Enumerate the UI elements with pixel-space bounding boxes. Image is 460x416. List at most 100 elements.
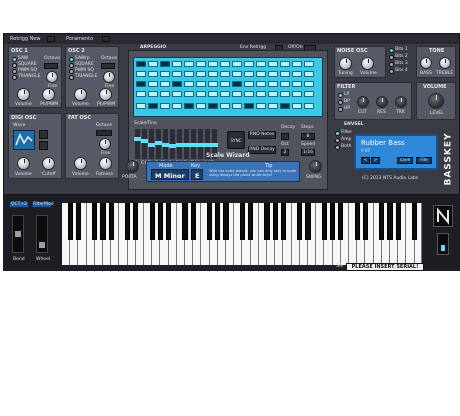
arp-step-cell[interactable]	[256, 91, 266, 97]
treble-knob[interactable]	[439, 57, 451, 69]
arp-step-cell[interactable]	[280, 103, 290, 109]
filter-cut-knob[interactable]	[357, 96, 369, 108]
porta-knob[interactable]	[126, 160, 139, 173]
piano-black-key[interactable]	[264, 203, 270, 240]
arp-step-cell[interactable]	[304, 71, 314, 77]
arp-step-cell[interactable]	[148, 91, 158, 97]
piano-black-key[interactable]	[379, 203, 385, 240]
scale-slider[interactable]	[176, 129, 183, 159]
arp-step-cell[interactable]	[244, 71, 254, 77]
osc2-volume-knob[interactable]	[74, 88, 87, 101]
arp-step-cell[interactable]	[244, 91, 254, 97]
rnd-decay-button[interactable]: RND Decay	[248, 146, 276, 154]
bits-radio[interactable]	[389, 62, 394, 67]
arp-step-cell[interactable]	[148, 103, 158, 109]
piano-black-key[interactable]	[149, 203, 155, 240]
arp-step-cell[interactable]	[136, 103, 146, 109]
arp-step-cell[interactable]	[184, 91, 194, 97]
env-target-radio[interactable]	[335, 138, 340, 143]
arp-step-cell[interactable]	[268, 61, 278, 67]
arp-step-cell[interactable]	[220, 103, 230, 109]
scale-slider[interactable]	[183, 129, 190, 159]
osc2-fine-knob[interactable]	[103, 71, 115, 83]
master-volume-knob[interactable]	[428, 93, 444, 109]
osc2-wave-square-radio[interactable]	[69, 63, 74, 68]
decay-stepper[interactable]	[281, 133, 289, 140]
piano-black-key[interactable]	[100, 203, 106, 240]
arp-step-cell[interactable]	[280, 81, 290, 87]
arp-step-cell[interactable]	[208, 91, 218, 97]
digi-wave-up-button[interactable]	[39, 130, 48, 139]
arp-step-cell[interactable]	[220, 61, 230, 67]
arp-step-cell[interactable]	[184, 81, 194, 87]
noise-volume-knob[interactable]	[361, 57, 374, 70]
arp-step-cell[interactable]	[184, 61, 194, 67]
piano-black-key[interactable]	[321, 203, 327, 240]
digi-volume-knob[interactable]	[17, 157, 30, 170]
digi-wave-display[interactable]	[13, 130, 35, 150]
scale-slider[interactable]	[148, 129, 155, 159]
fat-volume-knob[interactable]	[74, 157, 87, 170]
piano-black-key[interactable]	[133, 203, 139, 240]
rnd-notes-button[interactable]: RND Notes	[248, 131, 276, 139]
arp-step-cell[interactable]	[280, 61, 290, 67]
scale-slider[interactable]	[197, 129, 204, 159]
preset-file-button[interactable]: File	[416, 157, 432, 164]
arp-step-cell[interactable]	[256, 61, 266, 67]
arp-step-cell[interactable]	[268, 71, 278, 77]
filter-bp-radio[interactable]	[338, 100, 343, 105]
arp-step-cell[interactable]	[232, 61, 242, 67]
steps-stepper[interactable]: 8	[301, 133, 315, 140]
osc1-wave-saw-radio[interactable]	[12, 57, 17, 62]
portamento-toggle[interactable]	[102, 36, 110, 42]
scale-slider[interactable]	[134, 129, 141, 159]
arp-step-cell[interactable]	[268, 91, 278, 97]
osc2-pw-knob[interactable]	[99, 88, 112, 101]
arp-step-cell[interactable]	[160, 91, 170, 97]
swing-knob[interactable]	[309, 160, 322, 173]
filter-mod-button[interactable]: FilterMod	[32, 201, 54, 208]
bass-knob[interactable]	[420, 57, 432, 69]
scale-slider[interactable]	[155, 129, 162, 159]
osc1-fine-knob[interactable]	[46, 71, 58, 83]
mode-select[interactable]: M Minor	[151, 169, 189, 180]
arp-step-cell[interactable]	[184, 103, 194, 109]
piano-black-key[interactable]	[280, 203, 286, 240]
arp-step-cell[interactable]	[292, 103, 302, 109]
filter-hp-radio[interactable]	[338, 107, 343, 112]
arp-step-cell[interactable]	[148, 61, 158, 67]
filter-res-knob[interactable]	[376, 96, 388, 108]
piano-black-key[interactable]	[182, 203, 188, 240]
arp-step-cell[interactable]	[256, 103, 266, 109]
arp-step-cell[interactable]	[172, 61, 182, 67]
arp-step-cell[interactable]	[172, 91, 182, 97]
retrigger-toggle[interactable]	[47, 36, 55, 42]
piano-black-key[interactable]	[166, 203, 172, 240]
piano-black-key[interactable]	[239, 203, 245, 240]
arp-step-cell[interactable]	[148, 71, 158, 77]
scale-slider[interactable]	[141, 129, 148, 159]
arp-step-cell[interactable]	[268, 103, 278, 109]
piano-black-key[interactable]	[108, 203, 114, 240]
osc1-wave-pwm-radio[interactable]	[12, 69, 17, 74]
arp-step-cell[interactable]	[172, 81, 182, 87]
bits-radio[interactable]	[389, 69, 394, 74]
arp-step-cell[interactable]	[292, 71, 302, 77]
oct-shift-button[interactable]: OCT+2	[9, 201, 29, 208]
filter-lp-radio[interactable]	[338, 93, 343, 98]
arp-step-cell[interactable]	[256, 81, 266, 87]
env-target-radio[interactable]	[335, 145, 340, 150]
piano-black-key[interactable]	[272, 203, 278, 240]
osc1-pw-knob[interactable]	[42, 88, 55, 101]
piano-black-key[interactable]	[125, 203, 131, 240]
piano-black-key[interactable]	[412, 203, 418, 240]
arp-step-cell[interactable]	[184, 71, 194, 77]
arp-step-cell[interactable]	[268, 81, 278, 87]
piano-black-key[interactable]	[338, 203, 344, 240]
arp-step-cell[interactable]	[208, 61, 218, 67]
piano-black-key[interactable]	[362, 203, 368, 240]
scale-slider[interactable]	[169, 129, 176, 159]
fat-fine-knob[interactable]	[99, 138, 111, 150]
arp-step-cell[interactable]	[292, 91, 302, 97]
arp-step-cell[interactable]	[160, 71, 170, 77]
